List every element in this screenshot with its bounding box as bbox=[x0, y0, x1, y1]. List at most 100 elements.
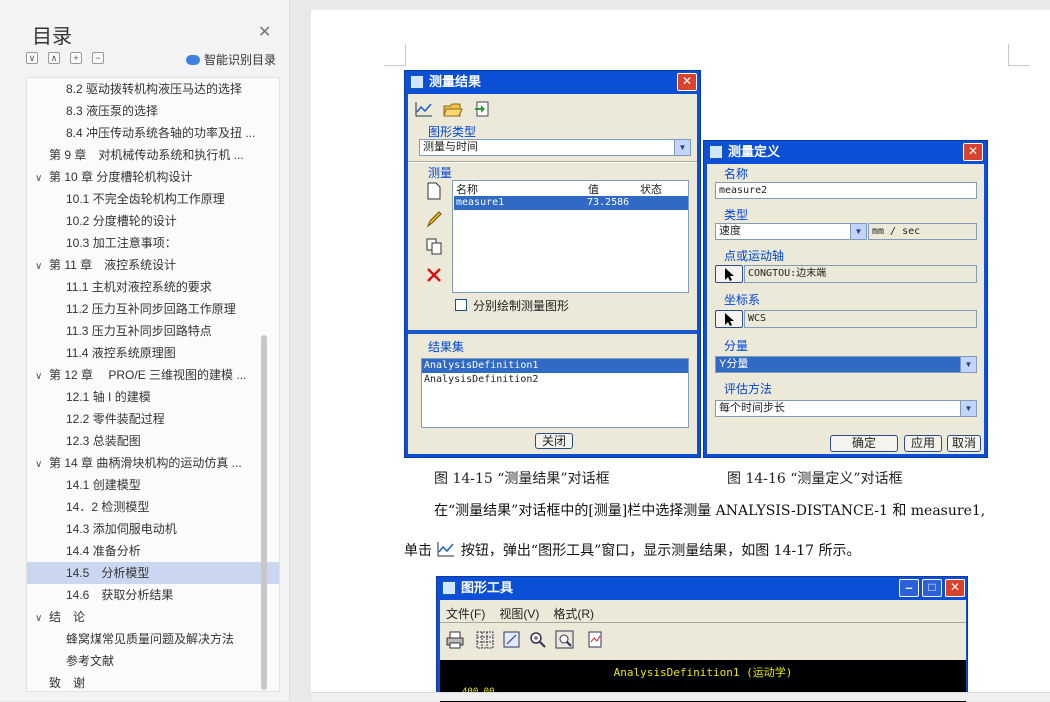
ok-button[interactable]: 确定 bbox=[830, 435, 898, 452]
eval-select[interactable]: 每个时间步长 ▼ bbox=[715, 400, 977, 417]
result-set-label: 结果集 bbox=[428, 340, 465, 354]
add-icon[interactable]: + bbox=[70, 52, 82, 64]
close-icon[interactable]: ✕ bbox=[258, 22, 271, 42]
cursor-arrow-icon bbox=[725, 268, 734, 281]
new-document-icon[interactable] bbox=[426, 182, 442, 200]
toc-item[interactable]: 14.1 创建模型 bbox=[27, 474, 279, 496]
close-button[interactable]: ✕ bbox=[963, 143, 983, 161]
toc-item[interactable]: 14.6 获取分析结果 bbox=[27, 584, 279, 606]
toc-item[interactable]: ∨ 第 12 章 PRO/E 三维视图的建模 ... bbox=[27, 364, 279, 386]
toc-item[interactable]: 12.1 轴 I 的建模 bbox=[27, 386, 279, 408]
delete-icon[interactable] bbox=[425, 266, 443, 284]
toc-item-label: 14.3 添加伺服电动机 bbox=[66, 522, 177, 536]
toc-item[interactable]: 致 谢 bbox=[27, 672, 279, 691]
export-icon[interactable] bbox=[472, 99, 492, 119]
chevron-down-icon[interactable]: ∨ bbox=[35, 256, 49, 276]
toc-item[interactable]: 14.5 分析模型 bbox=[27, 562, 279, 584]
pencil-icon[interactable] bbox=[425, 209, 443, 229]
toc-item[interactable]: 11.1 主机对液控系统的要求 bbox=[27, 276, 279, 298]
toc-item[interactable]: 12.2 零件装配过程 bbox=[27, 408, 279, 430]
copy-icon[interactable] bbox=[425, 237, 443, 255]
cancel-button[interactable]: 取消 bbox=[947, 435, 981, 452]
zoom-fit-icon[interactable] bbox=[502, 630, 522, 650]
chart-type-select[interactable]: 测量与时间 ▼ bbox=[419, 139, 691, 156]
toc-item[interactable]: ∨ 第 14 章 曲柄滑块机构的运动仿真 ... bbox=[27, 452, 279, 474]
component-select[interactable]: Y分量 ▼ bbox=[715, 356, 977, 373]
result-set-item[interactable]: AnalysisDefinition2 bbox=[422, 373, 688, 387]
toc-item-label: 12.1 轴 I 的建模 bbox=[66, 390, 151, 404]
toc-item[interactable]: 8.2 驱动拨转机构液压马达的选择 bbox=[27, 78, 279, 100]
menu-item[interactable]: 文件(F) bbox=[446, 605, 485, 622]
toc-item[interactable]: 10.2 分度槽轮的设计 bbox=[27, 210, 279, 232]
open-folder-icon[interactable] bbox=[442, 99, 464, 119]
menu-item[interactable]: 格式(R) bbox=[553, 605, 594, 622]
splitter[interactable] bbox=[408, 330, 697, 334]
select-point-button[interactable] bbox=[715, 265, 743, 283]
measure-row[interactable]: measure1 73.2586 bbox=[454, 196, 688, 210]
divider bbox=[408, 161, 697, 163]
zoom-in-icon[interactable] bbox=[528, 630, 548, 650]
result-set-item[interactable]: AnalysisDefinition1 bbox=[422, 359, 688, 373]
close-button[interactable]: ✕ bbox=[945, 579, 965, 597]
dialog-titlebar: 测量结果 ✕ bbox=[405, 71, 700, 93]
smart-toc-button[interactable]: 智能识别目录 bbox=[186, 51, 276, 68]
toc-item[interactable]: 10.1 不完全齿轮机构工作原理 bbox=[27, 188, 279, 210]
toc-toolbar: ∨ ∧ + − bbox=[26, 52, 104, 64]
toc-item-label: 10.2 分度槽轮的设计 bbox=[66, 214, 177, 228]
page-corner-mark bbox=[1008, 44, 1030, 66]
minus-icon[interactable]: − bbox=[92, 52, 104, 64]
separate-plot-checkbox[interactable] bbox=[455, 299, 467, 311]
toc-item[interactable]: 11.4 液控系统原理图 bbox=[27, 342, 279, 364]
component-value: Y分量 bbox=[719, 358, 749, 370]
toc-item[interactable]: 14.3 添加伺服电动机 bbox=[27, 518, 279, 540]
toc-item[interactable]: 14．2 检测模型 bbox=[27, 496, 279, 518]
print-icon[interactable] bbox=[446, 630, 464, 650]
body-paragraph: 单击 按钮，弹出“图形工具”窗口，显示测量结果，如图 14-17 所示。 bbox=[404, 540, 860, 560]
chevron-down-icon: ▼ bbox=[850, 224, 866, 239]
collapse-all-icon[interactable]: ∨ bbox=[26, 52, 38, 64]
toc-item[interactable]: ∨ 第 10 章 分度槽轮机构设计 bbox=[27, 166, 279, 188]
document-hscroll[interactable] bbox=[311, 692, 1050, 701]
name-field[interactable]: measure2 bbox=[715, 182, 977, 199]
name-label: 名称 bbox=[724, 167, 749, 181]
toc-item[interactable]: 8.4 冲压传动系统各轴的功率及扭 ... bbox=[27, 122, 279, 144]
apply-button[interactable]: 应用 bbox=[904, 435, 942, 452]
chevron-down-icon[interactable]: ∨ bbox=[35, 608, 49, 628]
toc-scrollbar[interactable] bbox=[261, 335, 267, 690]
toc-item-label: 第 9 章 对机械传动系统和执行机 ... bbox=[49, 148, 244, 162]
export-graph-icon[interactable] bbox=[586, 630, 604, 650]
expand-up-icon[interactable]: ∧ bbox=[48, 52, 60, 64]
chevron-down-icon[interactable]: ∨ bbox=[35, 454, 49, 474]
type-label: 类型 bbox=[724, 208, 749, 222]
type-select[interactable]: 速度 ▼ bbox=[715, 223, 867, 240]
graph-icon[interactable] bbox=[414, 100, 434, 118]
select-coord-button[interactable] bbox=[715, 310, 743, 328]
menu-item[interactable]: 视图(V) bbox=[499, 605, 539, 622]
toc-item[interactable]: 11.2 压力互补同步回路工作原理 bbox=[27, 298, 279, 320]
grid-icon[interactable] bbox=[475, 630, 495, 650]
toc-item[interactable]: ∨ 第 11 章 液控系统设计 bbox=[27, 254, 279, 276]
component-label: 分量 bbox=[724, 339, 749, 353]
toc-item-label: 11.1 主机对液控系统的要求 bbox=[66, 280, 212, 294]
toc-item[interactable]: 8.3 液压泵的选择 bbox=[27, 100, 279, 122]
chevron-down-icon[interactable]: ∨ bbox=[35, 366, 49, 386]
toc-item[interactable]: 蜂窝煤常见质量问题及解决方法 bbox=[27, 628, 279, 650]
close-button[interactable]: ✕ bbox=[677, 73, 697, 91]
measure-list: 名称 值 状态 measure1 73.2586 bbox=[452, 180, 689, 293]
graph-tool-window: 图形工具 – □ ✕ 文件(F) 视图(V) 格式(R) AnalysisDefin… bbox=[436, 576, 968, 702]
toc-item[interactable]: 12.3 总装配图 bbox=[27, 430, 279, 452]
minimize-button[interactable]: – bbox=[899, 579, 919, 597]
toc-item[interactable]: 10.3 加工注意事项： bbox=[27, 232, 279, 254]
dialog-title: 测量定义 bbox=[728, 144, 781, 159]
toc-item[interactable]: 第 9 章 对机械传动系统和执行机 ... bbox=[27, 144, 279, 166]
zoom-window-icon[interactable] bbox=[555, 630, 575, 650]
toc-item[interactable]: 参考文献 bbox=[27, 650, 279, 672]
close-dialog-button[interactable]: 关闭 bbox=[535, 433, 573, 449]
toc-item-label: 第 12 章 PRO/E 三维视图的建模 ... bbox=[49, 368, 247, 382]
toc-item[interactable]: 14.4 准备分析 bbox=[27, 540, 279, 562]
maximize-button[interactable]: □ bbox=[922, 579, 942, 597]
chevron-down-icon[interactable]: ∨ bbox=[35, 168, 49, 188]
toc-item-label: 12.3 总装配图 bbox=[66, 434, 141, 448]
toc-item[interactable]: 11.3 压力互补同步回路特点 bbox=[27, 320, 279, 342]
toc-item[interactable]: ∨ 结 论 bbox=[27, 606, 279, 628]
